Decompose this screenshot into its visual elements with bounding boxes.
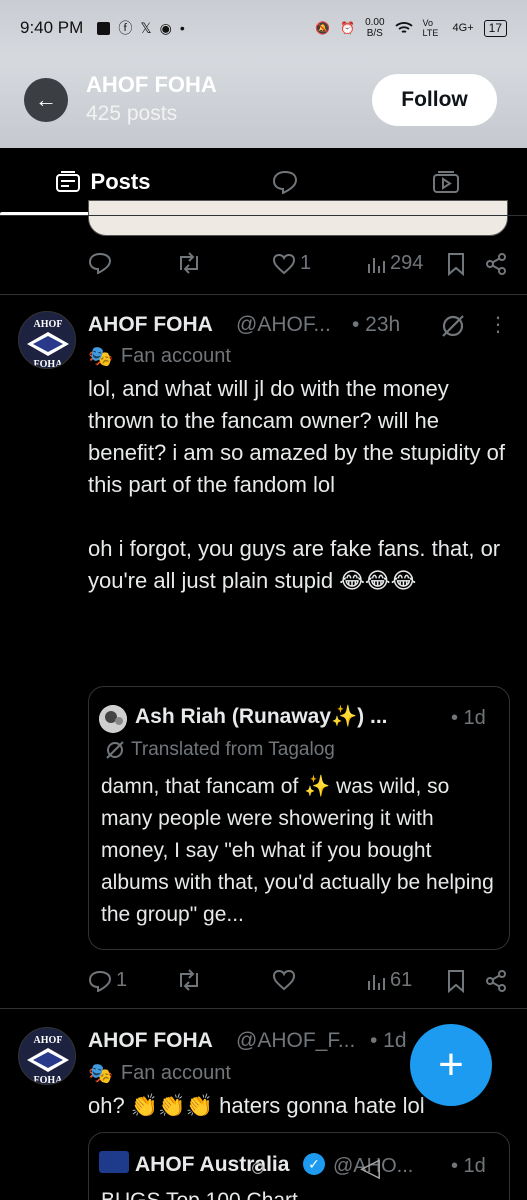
back-nav-icon[interactable]: ◁ [360, 1152, 380, 1183]
posts-tab-icon [55, 171, 81, 193]
views-icon [368, 974, 385, 990]
like-count: 1 [300, 252, 312, 274]
bookmark-icon [448, 970, 464, 993]
share-icon [486, 253, 506, 275]
bookmark-button[interactable] [446, 969, 466, 993]
tabs-divider [0, 215, 527, 216]
tweet-author-handle[interactable]: @AHOF_F... [236, 1029, 355, 1053]
profile-name: AHOF FOHA [86, 72, 217, 97]
bookmark-button[interactable] [446, 252, 466, 276]
alarm-icon: ⏰ [340, 21, 356, 35]
follow-button[interactable]: Follow [372, 74, 497, 126]
views-button[interactable]: 294 [366, 252, 423, 275]
avatar-top-text: AHOF [34, 319, 63, 330]
views-count: 61 [390, 969, 413, 991]
share-button[interactable] [484, 252, 508, 276]
quoted-avatar [99, 705, 127, 733]
more-options-icon[interactable]: ⋮ [488, 312, 509, 337]
tweet-text: lol, and what will jl do with the money … [88, 376, 506, 593]
heart-icon [272, 969, 296, 991]
avatar[interactable]: AHOF FOHA [18, 1027, 76, 1085]
quoted-tweet[interactable]: Ash Riah (Runaway✨) ... • 1d Translated … [88, 686, 510, 950]
tweet-author-name[interactable]: AHOF FOHA [88, 1029, 213, 1053]
avatar-bottom-text: FOHA [34, 359, 64, 369]
status-bar: 9:40 PM ⓕ 𝕏 ◉ • 🔕 ⏰ 0.00 B/S Vo LTE 4G+ 1… [0, 0, 527, 56]
tweet-time[interactable]: • 1d [370, 1029, 407, 1053]
avatar-bottom-text: FOHA [34, 1075, 64, 1085]
avatar-top-text: AHOF [34, 1035, 63, 1046]
quoted-time: • 1d [451, 707, 486, 729]
tweet-time[interactable]: • 23h [352, 313, 400, 337]
system-icons: 🔕 ⏰ 0.00 B/S Vo LTE 4G+ 17 [315, 17, 507, 39]
wifi-icon [394, 21, 413, 35]
quoted-text: damn, that fancam of ✨ was wild, so many… [101, 775, 494, 926]
posts-count: 425 posts [86, 102, 178, 125]
tweet-separator [0, 1008, 527, 1009]
video-icon [432, 170, 460, 194]
profile-header: ← AHOF FOHA 425 posts Follow [0, 56, 527, 148]
notification-icons: ⓕ 𝕏 ◉ • [97, 18, 185, 38]
back-button[interactable]: ← [24, 78, 68, 122]
home-nav-icon[interactable]: ○ [250, 1152, 266, 1183]
tweet-author-name[interactable]: AHOF FOHA [88, 313, 213, 337]
tab-posts-label: Posts [90, 169, 151, 194]
reply-button[interactable]: 1 [88, 969, 127, 992]
volte-label: Vo LTE [422, 18, 439, 38]
repost-icon [180, 252, 198, 274]
bookmark-icon [448, 253, 464, 276]
views-count: 294 [390, 252, 424, 274]
compose-post-button[interactable]: + [410, 1024, 492, 1106]
fan-account-label: 🎭 Fan account [88, 1062, 231, 1085]
reply-count: 1 [116, 969, 128, 991]
status-time: 9:40 PM [20, 18, 84, 37]
avatar[interactable]: AHOF FOHA [18, 311, 76, 369]
like-button[interactable] [272, 969, 296, 991]
fan-account-label: 🎭 Fan account [88, 345, 231, 368]
views-icon [368, 257, 385, 273]
x-icon: 𝕏 [140, 19, 152, 36]
reply-button[interactable] [88, 252, 112, 274]
reply-bubble-icon [272, 170, 298, 194]
translate-icon [105, 740, 125, 760]
like-button[interactable]: 1 [272, 252, 311, 275]
grok-icon[interactable] [440, 313, 466, 339]
battery-indicator: 17 [483, 19, 507, 37]
more-dot-icon: • [179, 20, 185, 36]
quoted-author-name: Ash Riah (Runaway✨) ... [135, 705, 388, 728]
net-speed: 0.00 B/S [365, 17, 385, 39]
arrow-left-icon: ← [35, 87, 57, 112]
theater-mask-icon: 🎭 [88, 346, 113, 368]
share-button[interactable] [484, 969, 508, 993]
views-button[interactable]: 61 [366, 969, 412, 992]
signal-label: 4G+ [452, 22, 474, 34]
repost-icon [180, 969, 198, 991]
facebook-icon: ⓕ [118, 20, 133, 36]
repost-button[interactable] [176, 969, 202, 991]
reply-icon [88, 252, 112, 274]
repost-button[interactable] [176, 252, 202, 274]
previous-tweet-image[interactable] [88, 200, 508, 236]
tweet-author-handle[interactable]: @AHOF... [236, 313, 331, 337]
system-navigation-bar: ◁ ○ [0, 1140, 527, 1200]
share-icon [486, 970, 506, 992]
translated-label: Translated from Tagalog [105, 739, 335, 761]
heart-icon [272, 253, 296, 274]
app-notification-icon [97, 21, 111, 35]
reply-icon [88, 970, 112, 992]
theater-mask-icon: 🎭 [88, 1063, 113, 1085]
plus-icon: + [438, 1040, 464, 1089]
mute-icon: 🔕 [315, 21, 331, 35]
tweet-separator [0, 294, 527, 295]
messenger-icon: ◉ [159, 19, 172, 36]
